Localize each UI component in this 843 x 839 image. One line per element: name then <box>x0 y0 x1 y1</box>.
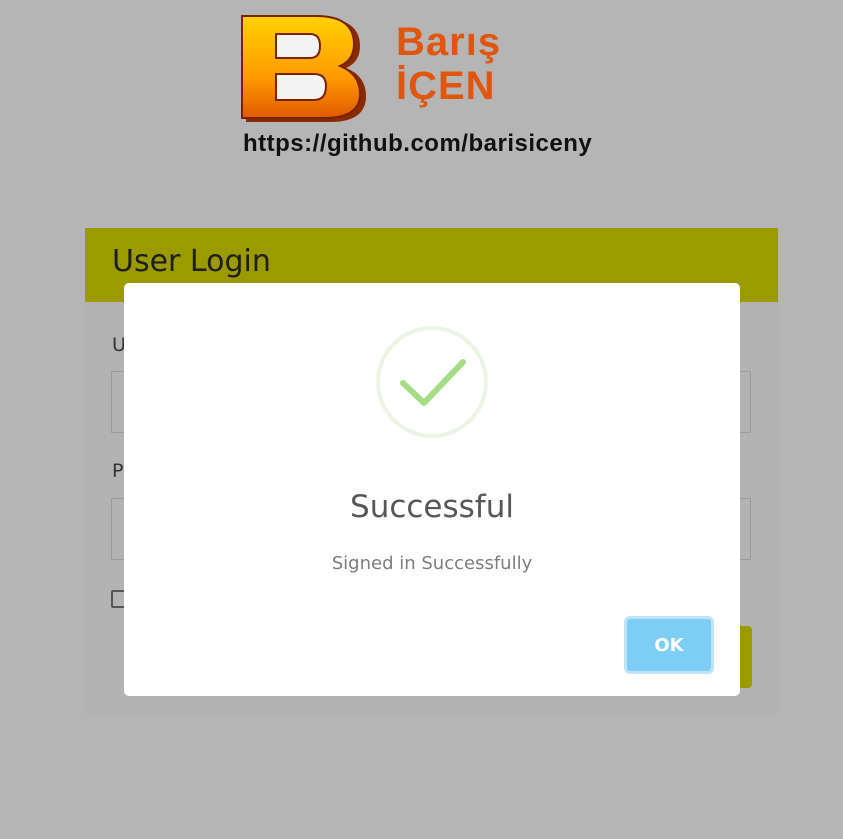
success-modal: Successful Signed in Successfully OK <box>124 283 740 696</box>
ok-button[interactable]: OK <box>624 616 714 674</box>
modal-title: Successful <box>350 489 514 525</box>
b-logo-icon <box>241 15 366 122</box>
brand-name-first: Barış <box>396 20 502 64</box>
github-url: https://github.com/barisiceny <box>243 130 593 157</box>
checkmark-icon <box>376 326 488 438</box>
password-label: P <box>112 460 124 482</box>
brand-name: Barış İÇEN <box>396 22 501 110</box>
modal-message: Signed in Successfully <box>331 553 533 574</box>
brand-name-last: İÇEN <box>396 64 496 108</box>
login-title: User Login <box>112 244 271 279</box>
